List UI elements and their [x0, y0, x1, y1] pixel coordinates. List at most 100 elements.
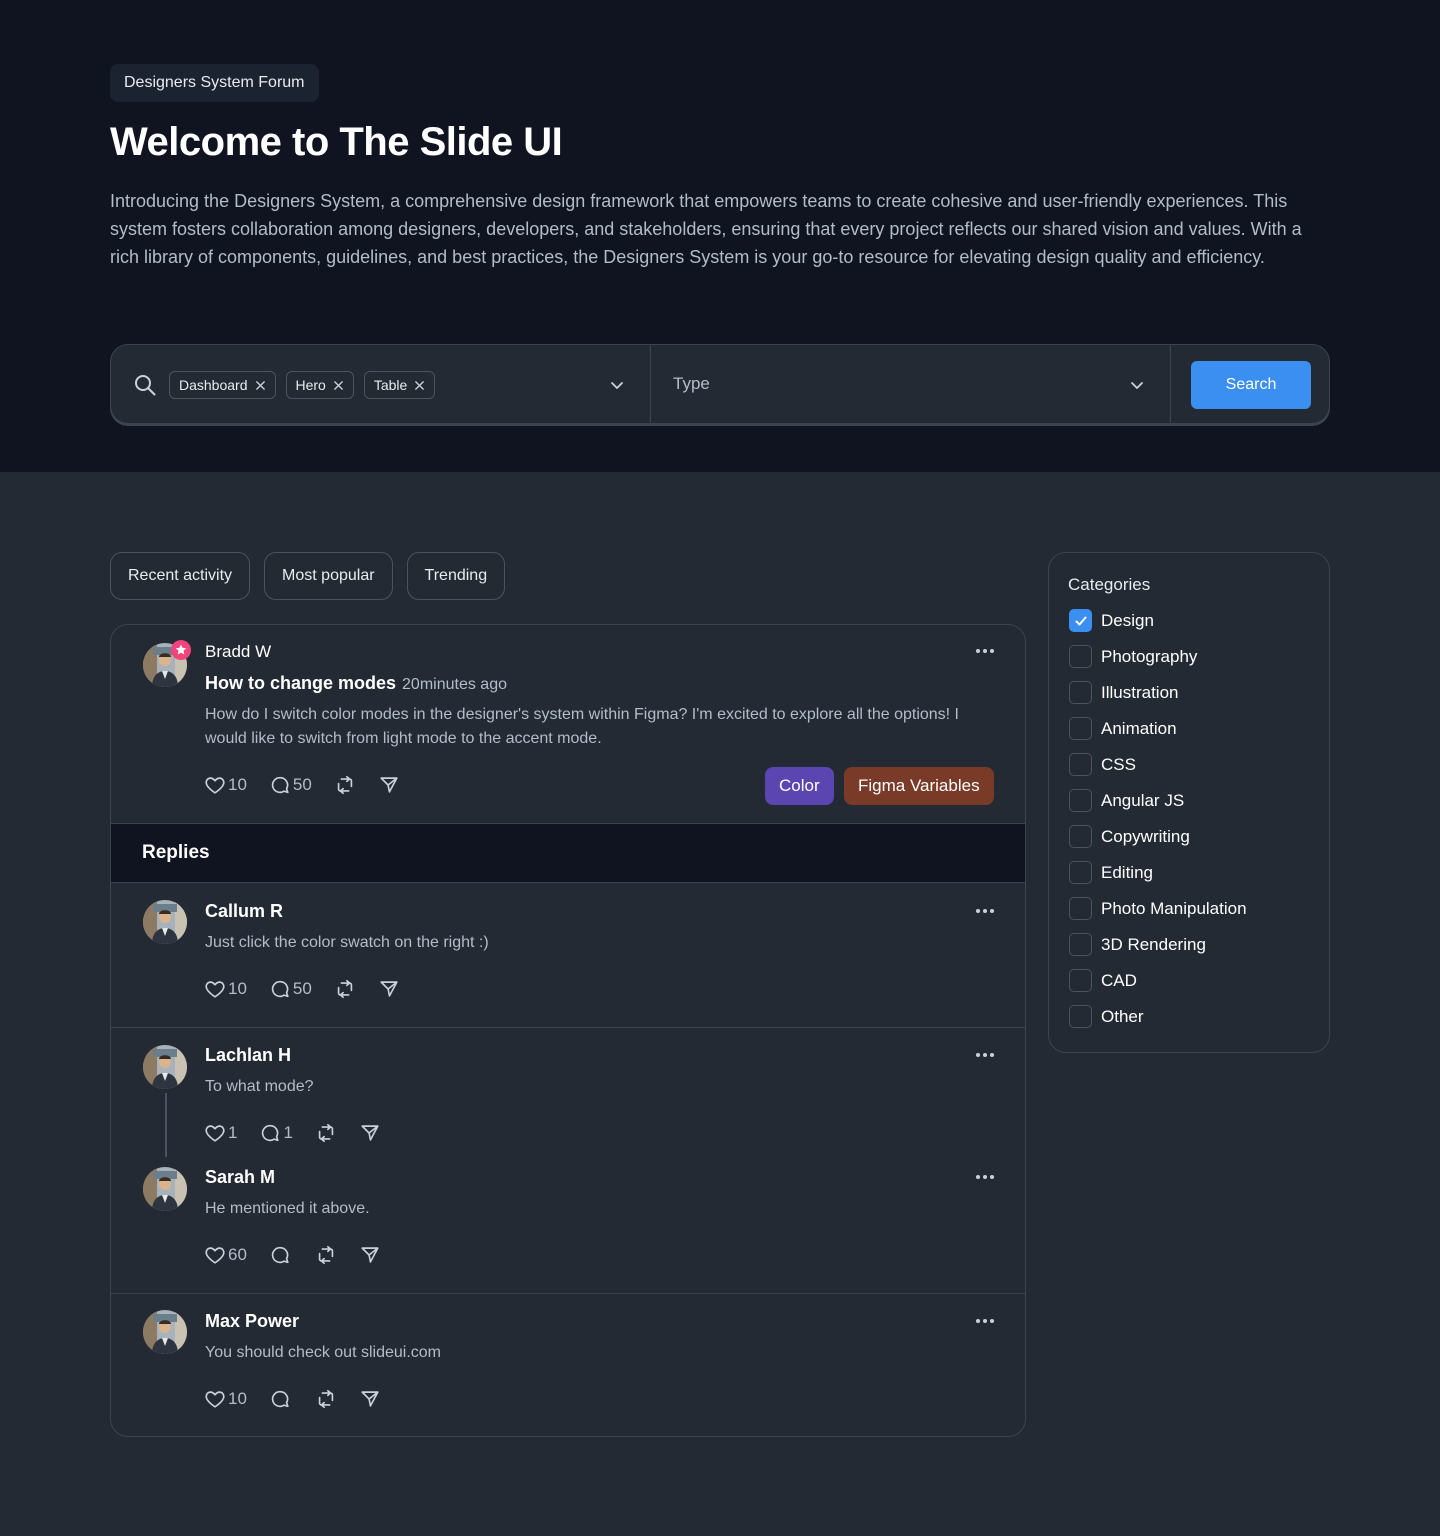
- reply-actions: 10: [204, 1388, 381, 1410]
- chip-label: Dashboard: [179, 377, 248, 393]
- reply-actions: 60: [204, 1244, 381, 1266]
- reply-author[interactable]: Sarah M: [205, 1167, 275, 1188]
- checkbox[interactable]: [1069, 789, 1092, 812]
- tag-color[interactable]: Color: [765, 767, 834, 805]
- category-cad[interactable]: CAD: [1069, 969, 1137, 992]
- share-button[interactable]: [359, 1244, 381, 1266]
- category-angular-js[interactable]: Angular JS: [1069, 789, 1184, 812]
- checkbox[interactable]: [1069, 933, 1092, 956]
- category-design[interactable]: Design: [1069, 609, 1154, 632]
- category-label: Photography: [1101, 646, 1198, 666]
- search-bar: Dashboard Hero Table Type Search: [110, 344, 1330, 425]
- share-button[interactable]: [378, 774, 400, 796]
- post-author[interactable]: Bradd W: [205, 642, 271, 662]
- tag-figma-variables[interactable]: Figma Variables: [844, 767, 994, 805]
- category-editing[interactable]: Editing: [1069, 861, 1153, 884]
- comment-button[interactable]: 50: [269, 978, 312, 1000]
- checkbox[interactable]: [1069, 1005, 1092, 1028]
- avatar[interactable]: [143, 1310, 187, 1354]
- chevron-down-icon[interactable]: [1130, 378, 1144, 392]
- avatar[interactable]: [143, 1045, 187, 1089]
- chip-table[interactable]: Table: [363, 371, 436, 399]
- checkbox[interactable]: [1069, 861, 1092, 884]
- send-icon: [378, 774, 400, 796]
- checkmark-icon: [1075, 616, 1086, 625]
- more-options-icon[interactable]: [975, 908, 995, 914]
- post-title[interactable]: How to change modes 20minutes ago: [205, 673, 507, 694]
- category-label: CSS: [1101, 754, 1136, 774]
- tab-trending[interactable]: Trending: [406, 552, 506, 600]
- category-illustration[interactable]: Illustration: [1069, 681, 1178, 704]
- category-other[interactable]: Other: [1069, 1005, 1144, 1028]
- checkbox[interactable]: [1069, 645, 1092, 668]
- category-animation[interactable]: Animation: [1069, 717, 1177, 740]
- reply-actions: 1 1: [204, 1122, 381, 1144]
- category-copywriting[interactable]: Copywriting: [1069, 825, 1190, 848]
- forum-badge: Designers System Forum: [110, 64, 319, 102]
- tab-recent-activity[interactable]: Recent activity: [110, 552, 251, 600]
- category-css[interactable]: CSS: [1069, 753, 1136, 776]
- reply-actions: 10 50: [204, 978, 400, 1000]
- comment-button[interactable]: [269, 1388, 293, 1410]
- comment-button[interactable]: [269, 1244, 293, 1266]
- type-select[interactable]: Type: [673, 374, 710, 394]
- repost-button[interactable]: [315, 1122, 337, 1144]
- like-count: 10: [228, 775, 247, 794]
- checkbox[interactable]: [1069, 969, 1092, 992]
- tab-most-popular[interactable]: Most popular: [264, 552, 393, 600]
- comment-icon: [269, 1388, 291, 1410]
- checkbox[interactable]: [1069, 897, 1092, 920]
- share-button[interactable]: [378, 978, 400, 1000]
- chevron-down-icon[interactable]: [610, 378, 624, 392]
- repost-button[interactable]: [315, 1244, 337, 1266]
- comment-button[interactable]: 50: [269, 774, 312, 796]
- chip-dashboard[interactable]: Dashboard: [169, 371, 276, 399]
- like-button[interactable]: 10: [204, 774, 247, 796]
- like-button[interactable]: 10: [204, 978, 247, 1000]
- avatar[interactable]: [143, 1167, 187, 1211]
- chip-hero[interactable]: Hero: [285, 371, 354, 399]
- avatar[interactable]: [143, 900, 187, 944]
- categories-panel: Categories Design Photography Illustration…: [1048, 552, 1330, 1053]
- comment-count: 1: [283, 1123, 293, 1142]
- checkbox[interactable]: [1069, 753, 1092, 776]
- like-button[interactable]: 60: [204, 1244, 247, 1266]
- more-options-icon[interactable]: [975, 1052, 995, 1058]
- reply-author[interactable]: Lachlan H: [205, 1045, 291, 1066]
- user-photo-icon: [143, 1045, 187, 1089]
- reply-author[interactable]: Callum R: [205, 901, 283, 922]
- repost-button[interactable]: [334, 978, 356, 1000]
- category-photography[interactable]: Photography: [1069, 645, 1197, 668]
- like-count: 10: [228, 1389, 247, 1408]
- chip-label: Table: [373, 377, 408, 393]
- category-3d-rendering[interactable]: 3D Rendering: [1069, 933, 1206, 956]
- like-button[interactable]: 10: [204, 1388, 247, 1410]
- share-button[interactable]: [359, 1122, 381, 1144]
- repost-button[interactable]: [334, 774, 356, 796]
- checkbox[interactable]: [1069, 609, 1092, 632]
- send-icon: [359, 1388, 381, 1410]
- share-button[interactable]: [359, 1388, 381, 1410]
- heart-icon: [204, 978, 226, 1000]
- comment-button[interactable]: 1: [259, 1122, 293, 1144]
- checkbox[interactable]: [1069, 717, 1092, 740]
- repost-button[interactable]: [315, 1388, 337, 1410]
- close-icon[interactable]: [255, 380, 266, 391]
- checkbox[interactable]: [1069, 825, 1092, 848]
- post-body: How do I switch color modes in the desig…: [205, 706, 959, 747]
- reply-author[interactable]: Max Power: [205, 1311, 299, 1332]
- category-label: CAD: [1101, 970, 1137, 990]
- category-photo-manipulation[interactable]: Photo Manipulation: [1069, 897, 1247, 920]
- more-options-icon[interactable]: [975, 1174, 995, 1180]
- hero-section: Designers System Forum Welcome to The Sl…: [0, 0, 1440, 472]
- checkbox[interactable]: [1069, 681, 1092, 704]
- search-button[interactable]: Search: [1191, 361, 1311, 409]
- more-options-icon[interactable]: [975, 648, 995, 654]
- search-icon: [135, 375, 156, 396]
- like-count: 1: [228, 1123, 238, 1142]
- user-photo-icon: [143, 1310, 187, 1354]
- close-icon[interactable]: [333, 380, 344, 391]
- more-options-icon[interactable]: [975, 1318, 995, 1324]
- close-icon[interactable]: [414, 380, 425, 391]
- like-button[interactable]: 1: [204, 1122, 237, 1144]
